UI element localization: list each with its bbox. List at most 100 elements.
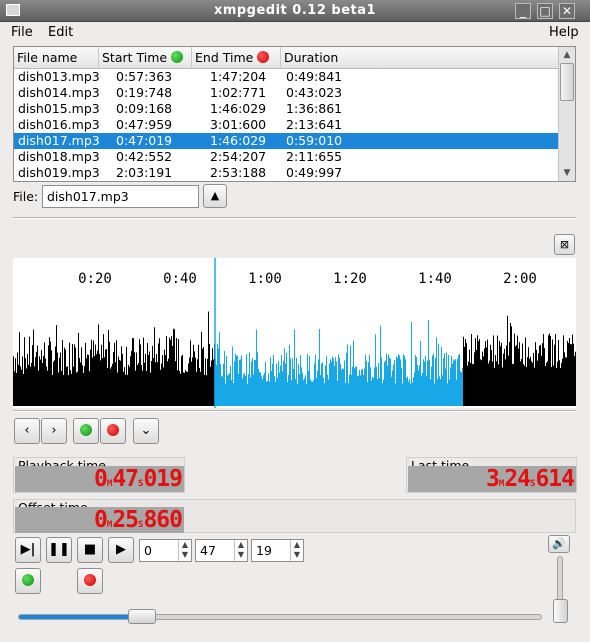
- menu-bar: File Edit Help: [0, 22, 590, 44]
- set-start-button[interactable]: [73, 418, 99, 444]
- list-rows: dish013.mp3 0:57:363 1:47:204 0:49:841 dish…: [14, 69, 558, 181]
- header-duration[interactable]: Duration: [281, 47, 558, 69]
- scrollbar-thumb[interactable]: [560, 63, 574, 101]
- waveform-tick-label: 0:20: [78, 271, 112, 287]
- title-bar: xmpgedit 0.12 beta1 _ □ ✕: [0, 0, 590, 22]
- offset-time-display: 0M25S860: [15, 507, 184, 533]
- table-row[interactable]: dish015.mp3 0:09:168 1:46:029 1:36:861: [14, 101, 558, 117]
- pause-button[interactable]: ❚❚: [46, 537, 72, 563]
- set-end-button[interactable]: [100, 418, 126, 444]
- menu-file[interactable]: File: [11, 25, 33, 40]
- waveform-tick-label: 0:40: [163, 271, 197, 287]
- cell-end: 1:47:204: [210, 69, 267, 84]
- cell-duration: 2:13:641: [286, 117, 343, 132]
- cell-end: 1:46:029: [210, 101, 267, 116]
- cell-start: 0:47:959: [116, 117, 173, 132]
- stop-button[interactable]: ■: [77, 537, 103, 563]
- play-button[interactable]: ▶: [108, 537, 134, 563]
- menu-help[interactable]: Help: [549, 25, 579, 40]
- fraction-spinner[interactable]: 19 ▲ ▼: [251, 539, 304, 562]
- spin-arrows-icon[interactable]: ▲ ▼: [290, 540, 303, 561]
- cell-end: 3:01:600: [210, 117, 267, 132]
- goto-start-button[interactable]: [15, 568, 41, 594]
- cell-name: dish018.mp3: [18, 149, 100, 164]
- cell-duration: 0:49:841: [286, 69, 343, 84]
- cell-duration: 0:49:997: [286, 165, 343, 180]
- menu-edit[interactable]: Edit: [48, 25, 73, 40]
- last-time-panel: Last time 3M24S614: [406, 457, 577, 493]
- cell-start: 2:03:191: [116, 165, 173, 180]
- pause-icon: ❚❚: [48, 542, 70, 557]
- header-end-label: End Time: [195, 50, 254, 65]
- seconds-value: 47: [200, 543, 216, 558]
- next-button[interactable]: ›: [41, 418, 67, 444]
- table-row[interactable]: dish018.mp3 0:42:552 2:54:207 2:11:655: [14, 149, 558, 165]
- offset-time-value: 0M25S860: [94, 507, 183, 533]
- prev-button[interactable]: ‹: [14, 418, 40, 444]
- seconds-spinner[interactable]: 47 ▲ ▼: [195, 539, 248, 562]
- table-row[interactable]: dish013.mp3 0:57:363 1:47:204 0:49:841: [14, 69, 558, 85]
- volume-button[interactable]: 🔊: [548, 535, 570, 553]
- list-scrollbar[interactable]: ▲ ▼: [558, 47, 575, 181]
- cell-duration: 0:43:023: [286, 85, 343, 100]
- offset-time-panel: Offset time 0M25S860: [13, 499, 576, 533]
- green-dot-icon: [171, 51, 184, 63]
- spin-arrows-icon[interactable]: ▲ ▼: [178, 540, 191, 561]
- speaker-icon: 🔊: [552, 537, 566, 550]
- minimize-icon[interactable]: _: [515, 3, 531, 19]
- spin-arrows-icon[interactable]: ▲ ▼: [234, 540, 247, 561]
- file-name-input[interactable]: [42, 185, 199, 208]
- header-file-name[interactable]: File name: [14, 47, 99, 69]
- cell-duration: 0:59:010: [286, 133, 343, 148]
- next-icon: ›: [51, 423, 57, 438]
- volume-slider-knob[interactable]: [553, 599, 568, 623]
- waveform-tick-label: 2:00: [503, 271, 537, 287]
- header-end-time[interactable]: End Time: [192, 47, 281, 69]
- stop-icon: ■: [83, 542, 97, 557]
- list-header: File name Start Time End Time Duration: [14, 47, 558, 69]
- cell-name: dish013.mp3: [18, 69, 100, 84]
- header-start-label: Start Time: [102, 50, 168, 65]
- table-row[interactable]: dish016.mp3 0:47:959 3:01:600 2:13:641: [14, 117, 558, 133]
- last-time-display: 3M24S614: [408, 466, 576, 492]
- cell-name: dish019.mp3: [18, 165, 100, 180]
- playback-time-value: 0M47S019: [94, 466, 183, 492]
- chevron-down-icon: ⌄: [140, 423, 152, 438]
- cell-name: dish017.mp3: [18, 133, 100, 148]
- close-icon[interactable]: ✕: [559, 3, 575, 19]
- header-duration-label: Duration: [284, 50, 339, 65]
- cell-start: 0:09:168: [116, 101, 173, 116]
- close-panel-button[interactable]: ⊠: [554, 234, 575, 255]
- table-row[interactable]: dish014.mp3 0:19:748 1:02:771 0:43:023: [14, 85, 558, 101]
- waveform-tick-label: 1:00: [248, 271, 282, 287]
- waveform-view[interactable]: 0:20 0:40 1:00 1:20 1:40 2:00: [13, 258, 576, 408]
- goto-end-button[interactable]: [77, 568, 103, 594]
- green-dot-icon: [22, 574, 34, 586]
- table-row-selected[interactable]: dish017.mp3 0:47:019 1:46:029 0:59:010: [14, 133, 558, 149]
- volume-slider[interactable]: [553, 556, 568, 623]
- table-row[interactable]: dish019.mp3 2:03:191 2:53:188 0:49:997: [14, 165, 558, 181]
- play-icon: ▶: [116, 542, 126, 557]
- position-slider[interactable]: [18, 609, 542, 624]
- collapse-up-button[interactable]: ▲: [203, 184, 227, 208]
- cell-start: 0:19:748: [116, 85, 173, 100]
- cell-duration: 1:36:861: [286, 101, 343, 116]
- cell-start: 0:42:552: [116, 149, 173, 164]
- cell-duration: 2:11:655: [286, 149, 343, 164]
- scroll-down-icon[interactable]: ▼: [560, 166, 574, 180]
- scroll-up-icon[interactable]: ▲: [560, 48, 574, 62]
- minutes-value: 0: [144, 543, 152, 558]
- header-start-time[interactable]: Start Time: [99, 47, 192, 69]
- maximize-icon[interactable]: □: [537, 3, 553, 19]
- separator: [13, 410, 576, 412]
- cell-name: dish015.mp3: [18, 101, 100, 116]
- header-file-name-label: File name: [17, 50, 78, 65]
- skip-play-button[interactable]: ▶|: [15, 537, 41, 563]
- cell-end: 2:54:207: [210, 149, 267, 164]
- cell-start: 0:47:019: [116, 133, 173, 148]
- waveform-tick-label: 1:40: [418, 271, 452, 287]
- more-button[interactable]: ⌄: [133, 418, 159, 444]
- position-slider-knob[interactable]: [128, 609, 157, 624]
- file-list[interactable]: File name Start Time End Time Duration d…: [13, 46, 576, 182]
- minutes-spinner[interactable]: 0 ▲ ▼: [139, 539, 192, 562]
